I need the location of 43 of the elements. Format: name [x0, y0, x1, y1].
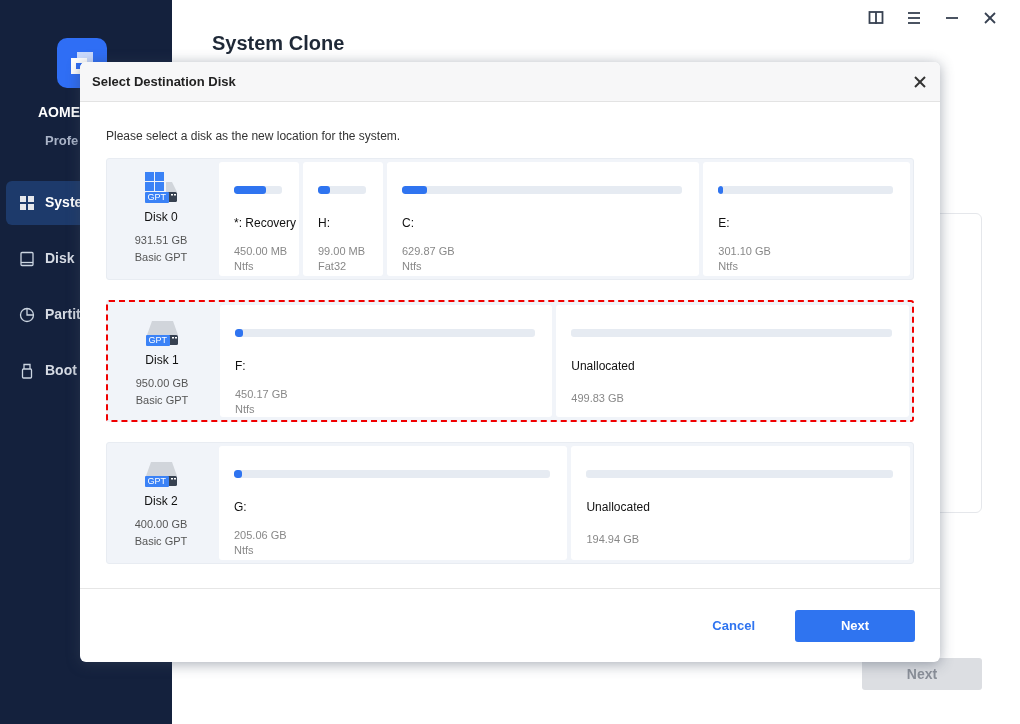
- disk-type: Basic GPT: [134, 249, 188, 265]
- gpt-label: GPT: [145, 335, 170, 346]
- dialog-title: Select Destination Disk: [92, 72, 236, 91]
- partition-name: E:: [718, 215, 730, 232]
- nav-label: Disk: [45, 249, 75, 268]
- disk-name: Disk 0: [144, 209, 178, 226]
- edition-label: Profe: [45, 132, 79, 150]
- disk-size: 931.51 GB: [134, 233, 188, 248]
- disk-name: Disk 1: [145, 352, 179, 369]
- partition-name: H:: [318, 215, 330, 232]
- disk-type: Basic GPT: [134, 533, 188, 549]
- partition-size: 301.10 GB: [718, 244, 771, 259]
- nav-label: Syste: [45, 193, 83, 212]
- partition-name: C:: [402, 215, 414, 232]
- nav-label: Boot: [45, 361, 77, 380]
- disk-size: 950.00 GB: [135, 376, 189, 391]
- file-system: Ntfs: [235, 402, 256, 417]
- partition-name: *: Recovery: [234, 215, 297, 232]
- partition-size: 205.06 GB: [234, 528, 287, 543]
- nav-label: Partit: [45, 305, 81, 324]
- partition-name: F:: [235, 358, 246, 375]
- partition-name: Unallocated: [571, 358, 635, 375]
- file-system: Ntfs: [234, 259, 255, 274]
- partition-name: Unallocated: [586, 499, 650, 516]
- partition-size: 450.17 GB: [235, 387, 288, 402]
- file-system: Ntfs: [234, 543, 255, 558]
- disk-name: Disk 2: [144, 493, 178, 510]
- partition-size: 499.83 GB: [571, 391, 624, 406]
- partition-size: 99.00 MB: [318, 244, 366, 259]
- disk-size: 400.00 GB: [134, 517, 188, 532]
- partition-size: 450.00 MB: [234, 244, 288, 259]
- disk-type: Basic GPT: [135, 392, 189, 408]
- partition-size: 194.94 GB: [586, 532, 640, 547]
- page-title: System Clone: [212, 31, 346, 56]
- file-system: Fat32: [318, 259, 348, 274]
- brand-name: AOME: [38, 103, 80, 122]
- partition-name: G:: [234, 499, 247, 516]
- file-system: Ntfs: [402, 259, 423, 274]
- prompt-text: Please select a disk as the new location for the system.: [106, 128, 402, 145]
- partition-size: 629.87 GB: [402, 244, 455, 259]
- file-system: Ntfs: [718, 259, 739, 274]
- gpt-label: GPT: [144, 192, 169, 203]
- gpt-label: GPT: [144, 476, 169, 487]
